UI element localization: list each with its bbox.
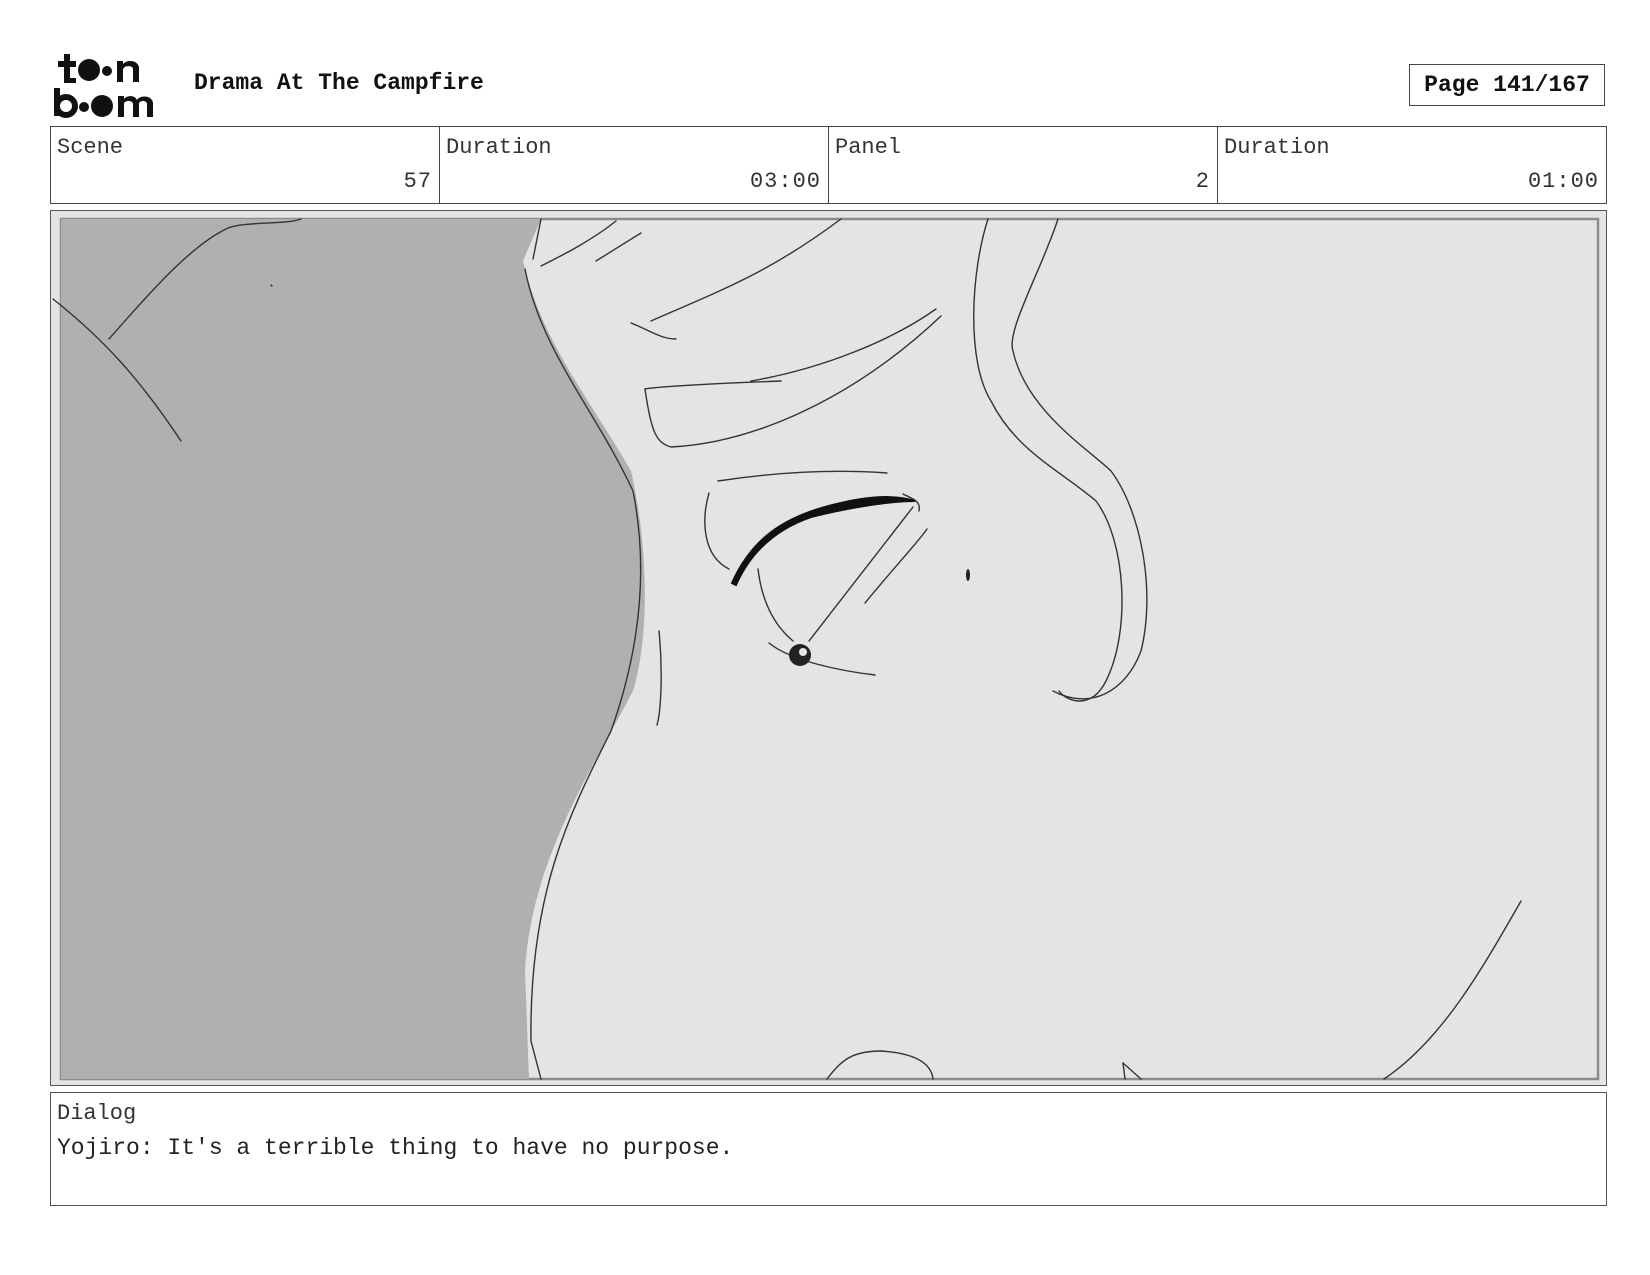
dialog-box: Dialog Yojiro: It's a terrible thing to …: [50, 1092, 1607, 1206]
project-title: Drama At The Campfire: [194, 70, 484, 96]
scene-duration-cell: Duration 03:00: [440, 127, 829, 203]
panel-duration-value: 01:00: [1527, 169, 1599, 194]
panel-label: Panel: [835, 135, 902, 160]
scene-label: Scene: [57, 135, 124, 160]
foreground-silhouette: [61, 219, 645, 1079]
scene-duration-label: Duration: [446, 135, 552, 160]
panel-sketch: [52, 217, 1600, 1081]
page-indicator: Page 141/167: [1409, 64, 1605, 106]
toon-boom-logo: [52, 52, 170, 118]
storyboard-panel: [50, 210, 1607, 1086]
scene-value: 57: [403, 169, 432, 194]
scene-cell: Scene 57: [51, 127, 440, 203]
toon-boom-logo-mark: [54, 54, 153, 118]
eyelash-stroke: [730, 496, 916, 587]
panel-cell: Panel 2: [829, 127, 1218, 203]
panel-duration-label: Duration: [1224, 135, 1330, 160]
scene-info-row: Scene 57 Duration 03:00 Panel 2 Duration…: [50, 126, 1607, 204]
dialog-text: Yojiro: It's a terrible thing to have no…: [57, 1135, 734, 1161]
panel-value: 2: [1195, 169, 1210, 194]
panel-duration-cell: Duration 01:00: [1218, 127, 1606, 203]
eye-pupil: [789, 644, 811, 666]
scene-duration-value: 03:00: [749, 169, 821, 194]
dialog-label: Dialog: [57, 1101, 137, 1126]
